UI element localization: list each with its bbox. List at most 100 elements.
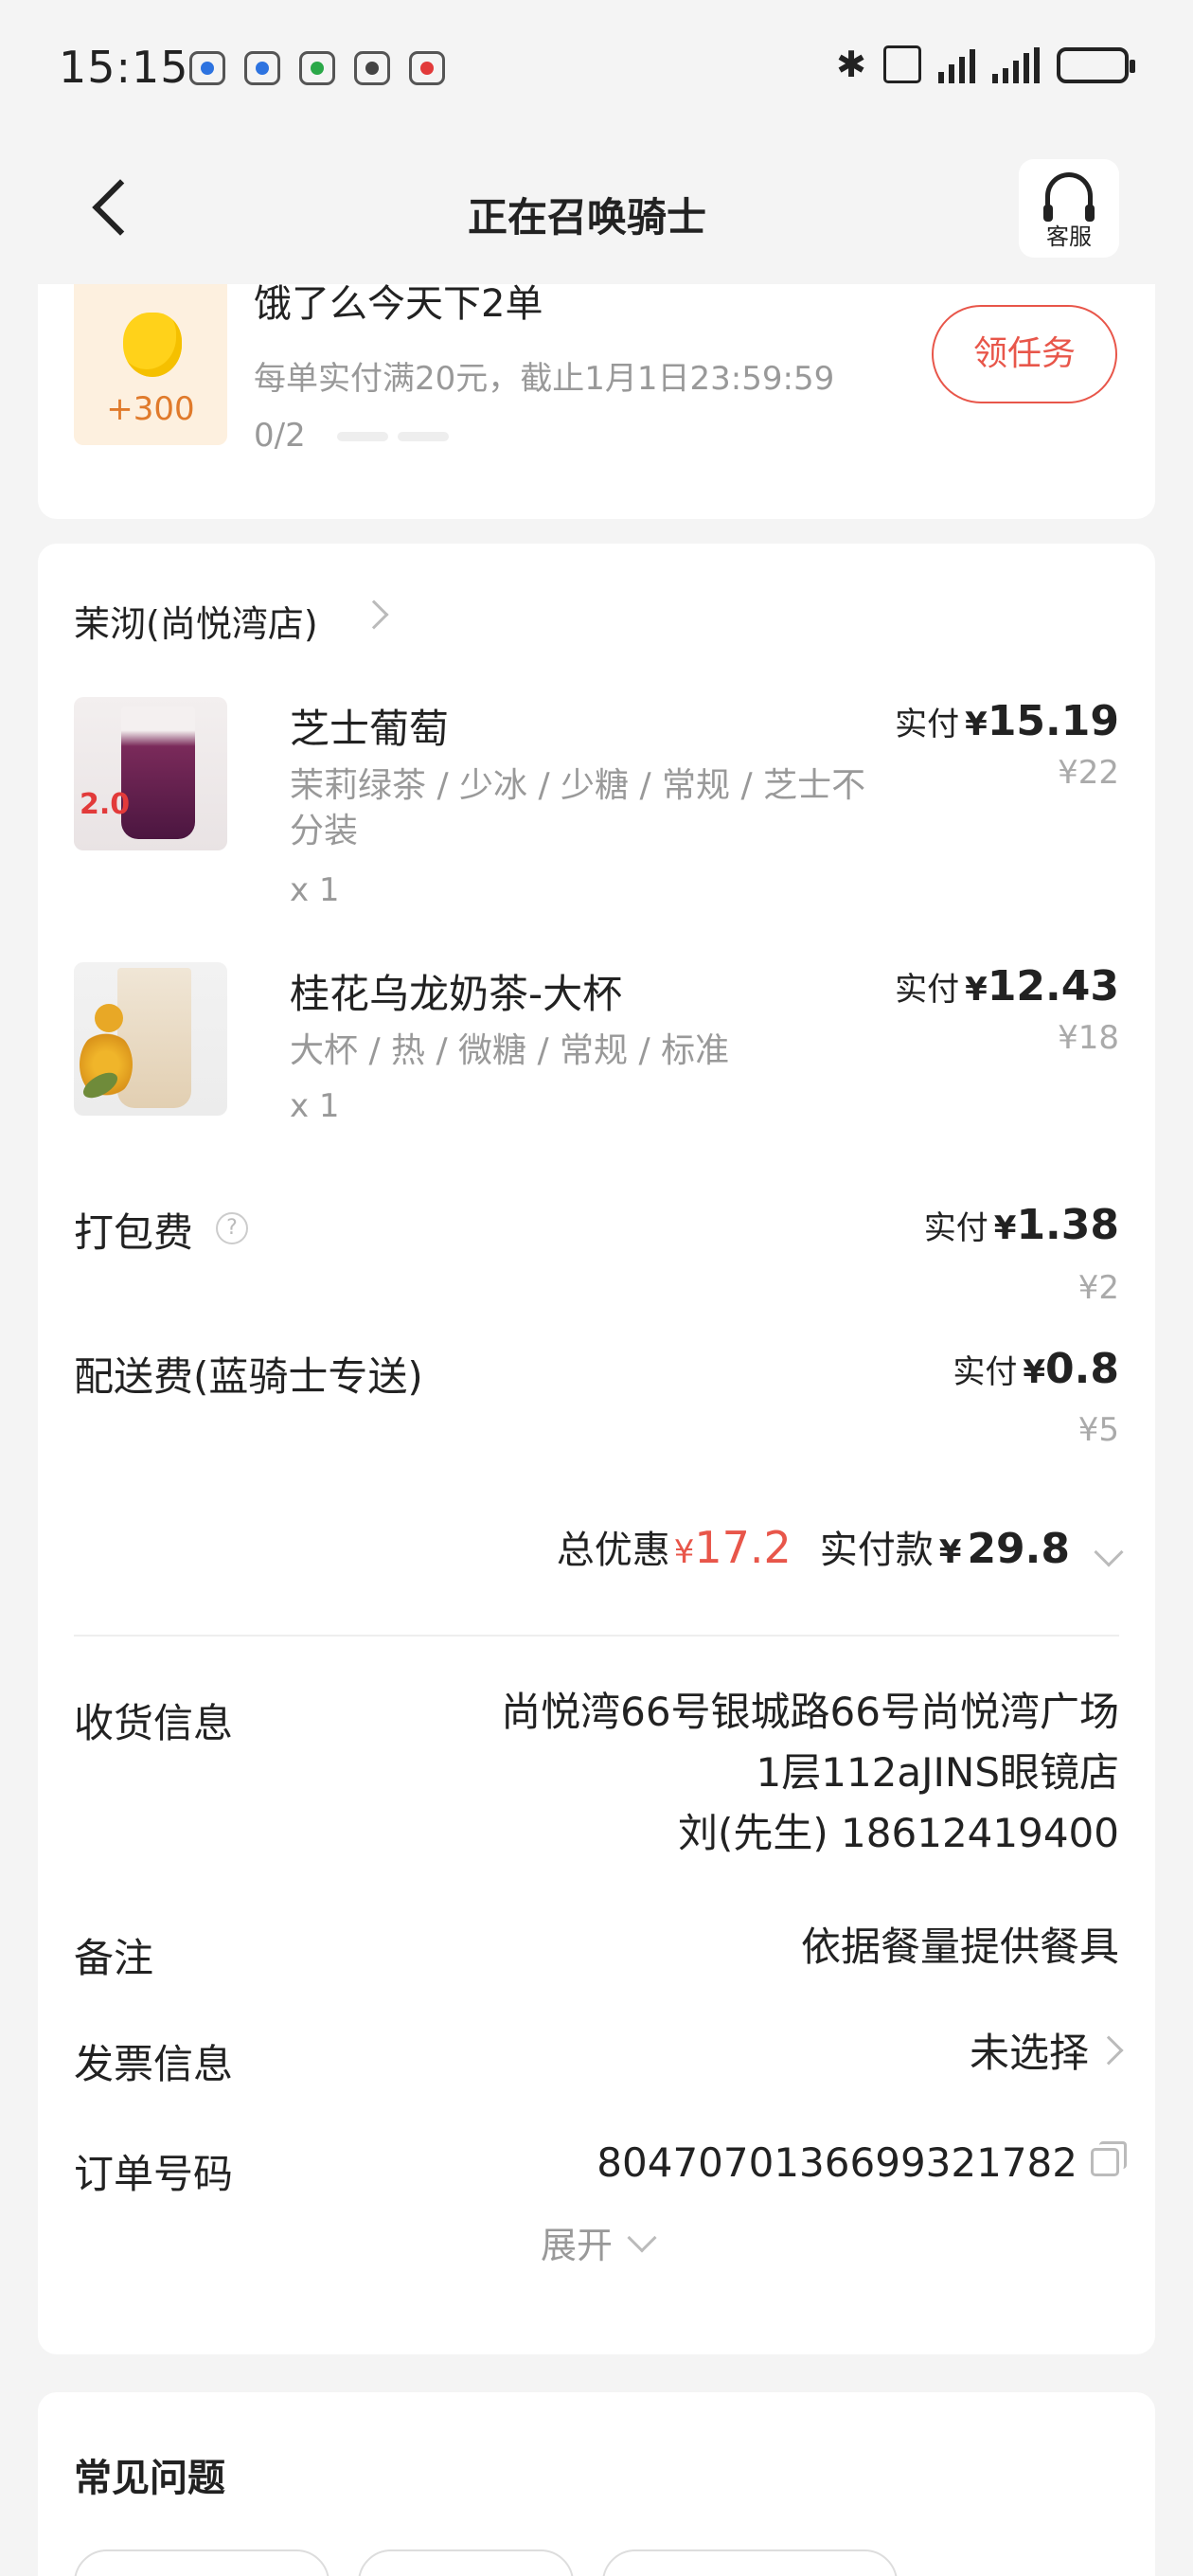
vibrate-icon bbox=[883, 45, 921, 83]
invoice-row[interactable]: 发票信息 未选择 bbox=[74, 2030, 1124, 2099]
divider bbox=[74, 1635, 1119, 1637]
task-progress: 0/2 bbox=[254, 417, 306, 455]
headset-icon bbox=[1043, 172, 1095, 222]
drink-cup bbox=[121, 707, 195, 839]
currency: ¥ bbox=[993, 1209, 1017, 1247]
faq-chip[interactable] bbox=[74, 2549, 329, 2576]
fee-paid-price: 实付 ¥1.38 bbox=[924, 1201, 1119, 1249]
drink-cup bbox=[117, 968, 191, 1108]
original-price: ¥5 bbox=[1077, 1411, 1119, 1449]
original-price: ¥2 bbox=[1077, 1269, 1119, 1307]
faq-card: 常见问题 bbox=[38, 2392, 1155, 2576]
expand-label: 展开 bbox=[540, 2225, 613, 2266]
app-notification-icon bbox=[354, 51, 390, 85]
order-number-value: 8047070136699321782 bbox=[596, 2139, 1077, 2186]
help-icon[interactable]: ? bbox=[216, 1212, 248, 1244]
currency: ¥ bbox=[1023, 1353, 1046, 1391]
invoice-value: 未选择 bbox=[969, 2023, 1124, 2084]
discount-amount: 17.2 bbox=[694, 1522, 792, 1573]
paid-amount: 1.38 bbox=[1016, 1201, 1119, 1249]
paid-amount: 12.43 bbox=[987, 962, 1119, 1011]
address-line: 1层112aJINS眼镜店 bbox=[756, 1749, 1119, 1796]
upgrade-badge: 2.0 bbox=[80, 788, 131, 821]
chevron-right-icon bbox=[359, 599, 389, 630]
customer-service-button[interactable]: 客服 bbox=[1019, 159, 1119, 258]
product-image: 2.0 bbox=[74, 697, 227, 850]
battery-icon bbox=[1057, 47, 1135, 83]
currency: ¥ bbox=[965, 971, 988, 1009]
points-badge: +300 bbox=[74, 284, 227, 445]
page-title: 正在召唤骑士 bbox=[467, 194, 706, 241]
customer-service-label: 客服 bbox=[1046, 224, 1092, 250]
delivery-fee-row: 配送费(蓝骑士专送) 实付 ¥0.8 ¥5 bbox=[74, 1345, 1119, 1458]
expand-button[interactable]: 展开 bbox=[38, 2216, 1155, 2268]
faq-chip[interactable] bbox=[358, 2549, 574, 2576]
app-notification-icon bbox=[244, 51, 280, 85]
app-notification-icon bbox=[189, 51, 225, 85]
address-line: 尚悦湾66号银城路66号尚悦湾广场 bbox=[501, 1689, 1119, 1735]
note-row: 备注 依据餐量提供餐具 bbox=[74, 1923, 1119, 1993]
delivery-info-row: 收货信息 尚悦湾66号银城路66号尚悦湾广场 1层112aJINS眼镜店 刘(先… bbox=[74, 1689, 1119, 1881]
shop-name[interactable]: 茉沏(尚悦湾店) bbox=[74, 595, 318, 647]
chevron-down-icon[interactable] bbox=[1094, 1537, 1124, 1567]
signal-icon bbox=[992, 45, 1040, 83]
notification-icons bbox=[189, 51, 445, 85]
paid-amount: 15.19 bbox=[987, 697, 1119, 745]
order-total[interactable]: 总优惠 ¥ 17.2 实付款 ¥ 29.8 bbox=[74, 1519, 1124, 1585]
item-quantity: x 1 bbox=[290, 871, 340, 909]
item-name: 桂花乌龙奶茶-大杯 bbox=[290, 971, 623, 1017]
original-price: ¥22 bbox=[1058, 754, 1119, 792]
status-time: 15:15 bbox=[59, 42, 189, 93]
paid-label: 实付 bbox=[923, 1209, 988, 1247]
system-icons: ✱ bbox=[836, 45, 1135, 83]
task-points: +300 bbox=[106, 390, 195, 428]
task-title: 饿了么今天下2单 bbox=[254, 284, 543, 326]
order-card: 茉沏(尚悦湾店) 2.0 芝士葡萄 茉莉绿茶 / 少冰 / 少糖 / 常规 / … bbox=[38, 544, 1155, 2354]
task-card: +300 饿了么今天下2单 每单实付满20元，截止1月1日23:59:59 0/… bbox=[38, 284, 1155, 519]
note-value: 依据餐量提供餐具 bbox=[800, 1923, 1119, 1970]
top-nav: 正在召唤骑士 客服 bbox=[0, 152, 1193, 265]
item-quantity: x 1 bbox=[290, 1087, 340, 1125]
packaging-fee-row: 打包费 ? 实付 ¥1.38 ¥2 bbox=[74, 1201, 1119, 1315]
item-paid-price: 实付 ¥12.43 bbox=[895, 962, 1119, 1011]
order-number: 8047070136699321782 bbox=[596, 2133, 1127, 2193]
chevron-right-icon bbox=[1094, 2035, 1124, 2066]
fee-paid-price: 实付 ¥0.8 bbox=[953, 1345, 1119, 1393]
osmanthus-flower bbox=[95, 1004, 123, 1032]
item-spec: 茉莉绿茶 / 少冰 / 少糖 / 常规 / 芝士不分装 bbox=[290, 766, 866, 850]
task-description: 每单实付满20元，截止1月1日23:59:59 bbox=[254, 360, 835, 398]
info-label: 订单号码 bbox=[74, 2151, 234, 2197]
paid-label: 实付 bbox=[953, 1353, 1018, 1391]
discount-currency: ¥ bbox=[673, 1533, 695, 1571]
chevron-down-icon bbox=[627, 2223, 657, 2253]
paid-label: 实付 bbox=[895, 971, 960, 1009]
paid-amount: 0.8 bbox=[1045, 1345, 1119, 1393]
item-name: 芝士葡萄 bbox=[290, 706, 450, 752]
order-item: 桂花乌龙奶茶-大杯 大杯 / 热 / 微糖 / 常规 / 标准 x 1 实付 ¥1… bbox=[74, 962, 1119, 1152]
faq-chip[interactable] bbox=[602, 2549, 898, 2576]
progress-dash bbox=[337, 432, 388, 441]
item-spec: 大杯 / 热 / 微糖 / 常规 / 标准 bbox=[290, 1031, 730, 1070]
faq-title: 常见问题 bbox=[74, 2457, 225, 2500]
total-currency: ¥ bbox=[938, 1533, 962, 1571]
currency: ¥ bbox=[965, 706, 988, 743]
total-paid-amount: 29.8 bbox=[967, 1525, 1070, 1573]
order-item: 2.0 芝士葡萄 茉莉绿茶 / 少冰 / 少糖 / 常规 / 芝士不分装 x 1… bbox=[74, 697, 1119, 915]
app-notification-icon bbox=[409, 51, 445, 85]
copy-icon[interactable] bbox=[1091, 2141, 1127, 2176]
info-label: 发票信息 bbox=[74, 2041, 234, 2087]
progress-dash bbox=[398, 432, 449, 441]
bean-icon bbox=[123, 313, 182, 377]
fee-label: 打包费 bbox=[74, 1209, 194, 1256]
paid-label: 实付 bbox=[895, 706, 960, 743]
signal-icon bbox=[938, 45, 975, 83]
discount-label: 总优惠 bbox=[556, 1529, 670, 1572]
claim-task-button[interactable]: 领任务 bbox=[932, 305, 1117, 403]
app-notification-icon bbox=[299, 51, 335, 85]
invoice-status: 未选择 bbox=[969, 2030, 1089, 2076]
info-label: 收货信息 bbox=[74, 1700, 234, 1746]
original-price: ¥18 bbox=[1058, 1019, 1119, 1057]
total-paid-label: 实付款 bbox=[819, 1529, 934, 1572]
faq-chips bbox=[74, 2549, 898, 2576]
status-bar: 15:15 ✱ bbox=[0, 0, 1193, 133]
